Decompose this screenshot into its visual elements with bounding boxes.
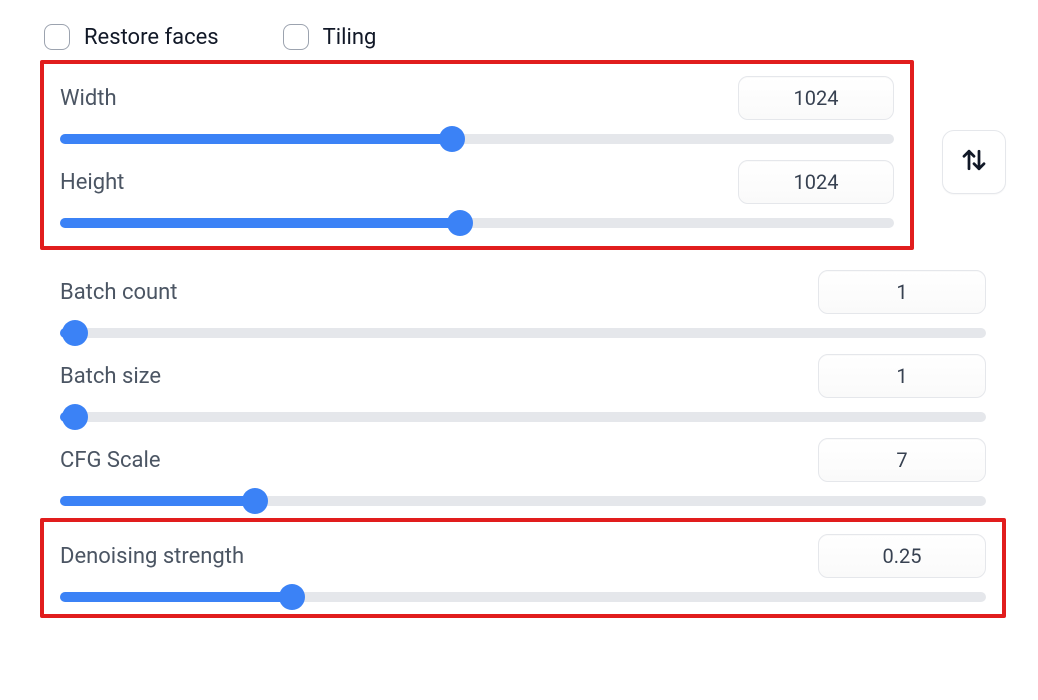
denoising-fill <box>60 592 291 602</box>
denoising-highlight: Denoising strength 0.25 <box>40 518 1006 618</box>
batch-size-value: 1 <box>896 364 907 388</box>
cfg-scale-track[interactable] <box>60 496 986 506</box>
height-thumb[interactable] <box>447 210 473 236</box>
swap-vertical-icon <box>959 145 989 180</box>
width-value-box[interactable]: 1024 <box>738 76 894 120</box>
width-value: 1024 <box>794 86 839 110</box>
height-track[interactable] <box>60 218 894 228</box>
height-value: 1024 <box>794 170 839 194</box>
height-slider: Height 1024 <box>60 160 894 228</box>
batch-count-value-box[interactable]: 1 <box>818 270 986 314</box>
height-value-box[interactable]: 1024 <box>738 160 894 204</box>
restore-faces-checkbox[interactable]: Restore faces <box>44 24 219 50</box>
batch-size-thumb[interactable] <box>62 404 88 430</box>
denoising-track[interactable] <box>60 592 986 602</box>
width-fill <box>60 134 451 144</box>
cfg-scale-thumb[interactable] <box>242 488 268 514</box>
cfg-scale-slider: CFG Scale 7 <box>60 438 986 506</box>
cfg-scale-label: CFG Scale <box>60 448 160 473</box>
denoising-label: Denoising strength <box>60 544 244 569</box>
cfg-scale-fill <box>60 496 254 506</box>
width-label: Width <box>60 86 117 111</box>
dimensions-highlight: Width 1024 Height <box>40 60 914 250</box>
tiling-label: Tiling <box>323 25 377 50</box>
batch-size-label: Batch size <box>60 364 161 389</box>
checkbox-box[interactable] <box>283 24 309 50</box>
checkbox-box[interactable] <box>44 24 70 50</box>
checkbox-row: Restore faces Tiling <box>40 24 1006 50</box>
cfg-scale-value: 7 <box>896 448 907 472</box>
width-track[interactable] <box>60 134 894 144</box>
denoising-thumb[interactable] <box>279 584 305 610</box>
width-thumb[interactable] <box>439 126 465 152</box>
cfg-scale-value-box[interactable]: 7 <box>818 438 986 482</box>
batch-count-track[interactable] <box>60 328 986 338</box>
batch-size-value-box[interactable]: 1 <box>818 354 986 398</box>
denoising-slider: Denoising strength 0.25 <box>60 534 986 602</box>
denoising-value: 0.25 <box>883 544 922 568</box>
denoising-value-box[interactable]: 0.25 <box>818 534 986 578</box>
height-fill <box>60 218 459 228</box>
restore-faces-label: Restore faces <box>84 25 219 50</box>
batch-count-value: 1 <box>896 280 907 304</box>
batch-count-thumb[interactable] <box>62 320 88 346</box>
height-label: Height <box>60 170 124 195</box>
batch-size-slider: Batch size 1 <box>60 354 986 422</box>
batch-count-label: Batch count <box>60 280 178 305</box>
batch-count-slider: Batch count 1 <box>60 270 986 338</box>
batch-size-track[interactable] <box>60 412 986 422</box>
swap-dimensions-button[interactable] <box>942 130 1006 194</box>
tiling-checkbox[interactable]: Tiling <box>283 24 377 50</box>
width-slider: Width 1024 <box>60 76 894 144</box>
